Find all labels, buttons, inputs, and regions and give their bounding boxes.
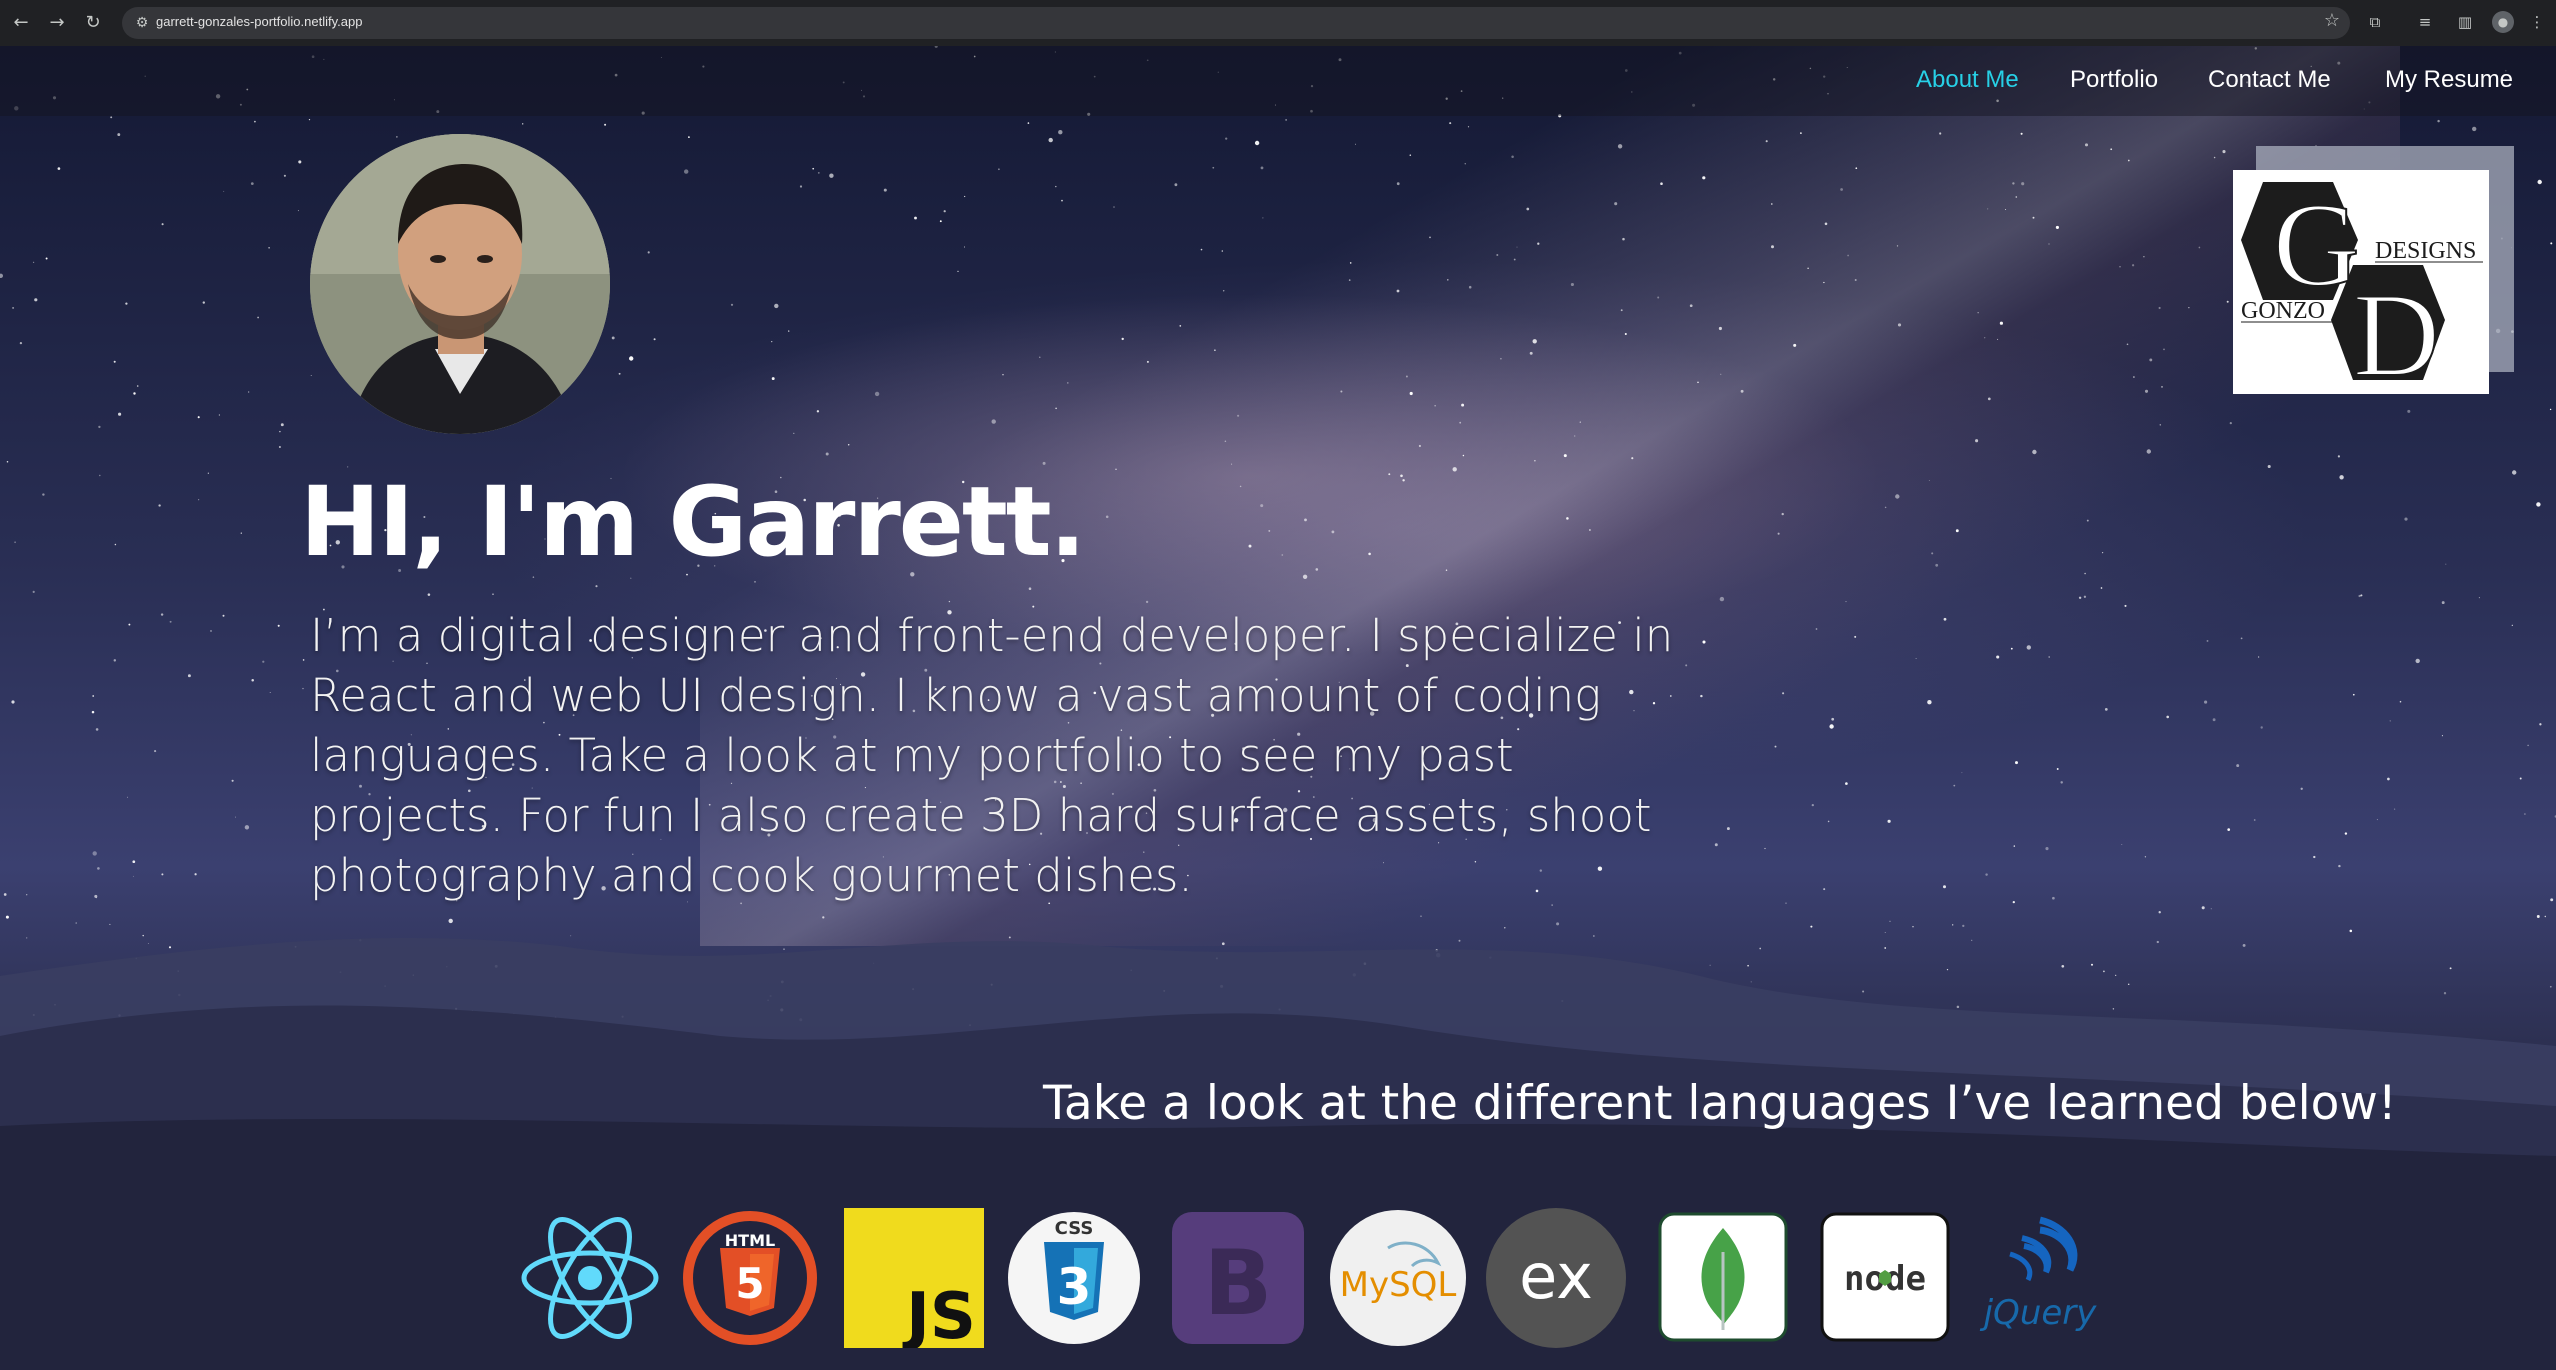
url-text[interactable]: garrett-gonzales-portfolio.netlify.app — [156, 14, 362, 29]
hero-title: HI, I'm Garrett. — [300, 466, 1086, 578]
svg-text:5: 5 — [735, 1259, 764, 1308]
nav-about-me[interactable]: About Me — [1916, 66, 2019, 94]
nav-portfolio[interactable]: Portfolio — [2070, 66, 2158, 94]
avatar — [310, 134, 610, 434]
mysql-label: MySQL — [1340, 1265, 1457, 1305]
side-panel-icon[interactable]: ▥ — [2454, 11, 2476, 33]
browser-toolbar: ← → ↻ ⚙ garrett-gonzales-portfolio.netli… — [0, 0, 2556, 46]
site-nav: About Me Portfolio Contact Me My Resume — [0, 46, 2556, 116]
arrow-right-icon[interactable]: → — [44, 10, 70, 36]
svg-text:3: 3 — [1057, 1258, 1092, 1316]
address-bar[interactable]: ⚙ garrett-gonzales-portfolio.netlify.app… — [122, 7, 2350, 39]
javascript-label: JS — [902, 1280, 976, 1348]
gonzo-designs-logo[interactable]: G D DESIGNS GONZO — [2233, 170, 2489, 402]
languages-heading: Take a look at the different languages I… — [1043, 1076, 2397, 1131]
profile-icon[interactable]: ● — [2492, 11, 2514, 33]
kebab-menu-icon[interactable]: ⋮ — [2526, 11, 2548, 33]
tune-icon[interactable]: ⚙ — [130, 11, 154, 35]
javascript-icon: JS — [844, 1208, 984, 1348]
react-icon — [520, 1208, 660, 1348]
list-icon[interactable]: ≡ — [2414, 11, 2436, 33]
reload-icon[interactable]: ↻ — [80, 10, 106, 36]
express-icon: ex — [1486, 1208, 1626, 1348]
jquery-label: jQuery — [1980, 1293, 2098, 1333]
puzzle-icon[interactable]: ⧉ — [2364, 11, 2386, 33]
portfolio-page: About Me Portfolio Contact Me My Resume … — [0, 46, 2556, 1370]
logo-word-designs: DESIGNS — [2375, 238, 2476, 264]
bootstrap-label: B — [1204, 1231, 1273, 1336]
nav-contact-me[interactable]: Contact Me — [2208, 66, 2331, 94]
bootstrap-icon: B — [1168, 1208, 1308, 1348]
mongodb-icon — [1658, 1212, 1788, 1342]
jquery-icon: jQuery — [1970, 1208, 2110, 1348]
html5-icon: HTML 5 — [680, 1208, 820, 1348]
logo-letter-g: G — [2273, 178, 2360, 311]
logo-letter-d: D — [2353, 268, 2440, 394]
express-label: ex — [1519, 1240, 1593, 1313]
star-icon[interactable]: ☆ — [2324, 10, 2340, 31]
css3-icon: CSS 3 — [1004, 1208, 1144, 1348]
nav-my-resume[interactable]: My Resume — [2385, 66, 2513, 94]
arrow-left-icon[interactable]: ← — [8, 10, 34, 36]
css3-label: CSS — [1055, 1218, 1094, 1239]
html5-label: HTML — [725, 1231, 775, 1250]
nodejs-icon: node — [1820, 1212, 1950, 1342]
hero-description: I’m a digital designer and front-end dev… — [310, 609, 1674, 902]
mysql-icon: MySQL — [1328, 1208, 1468, 1348]
logo-word-gonzo: GONZO — [2241, 298, 2325, 324]
